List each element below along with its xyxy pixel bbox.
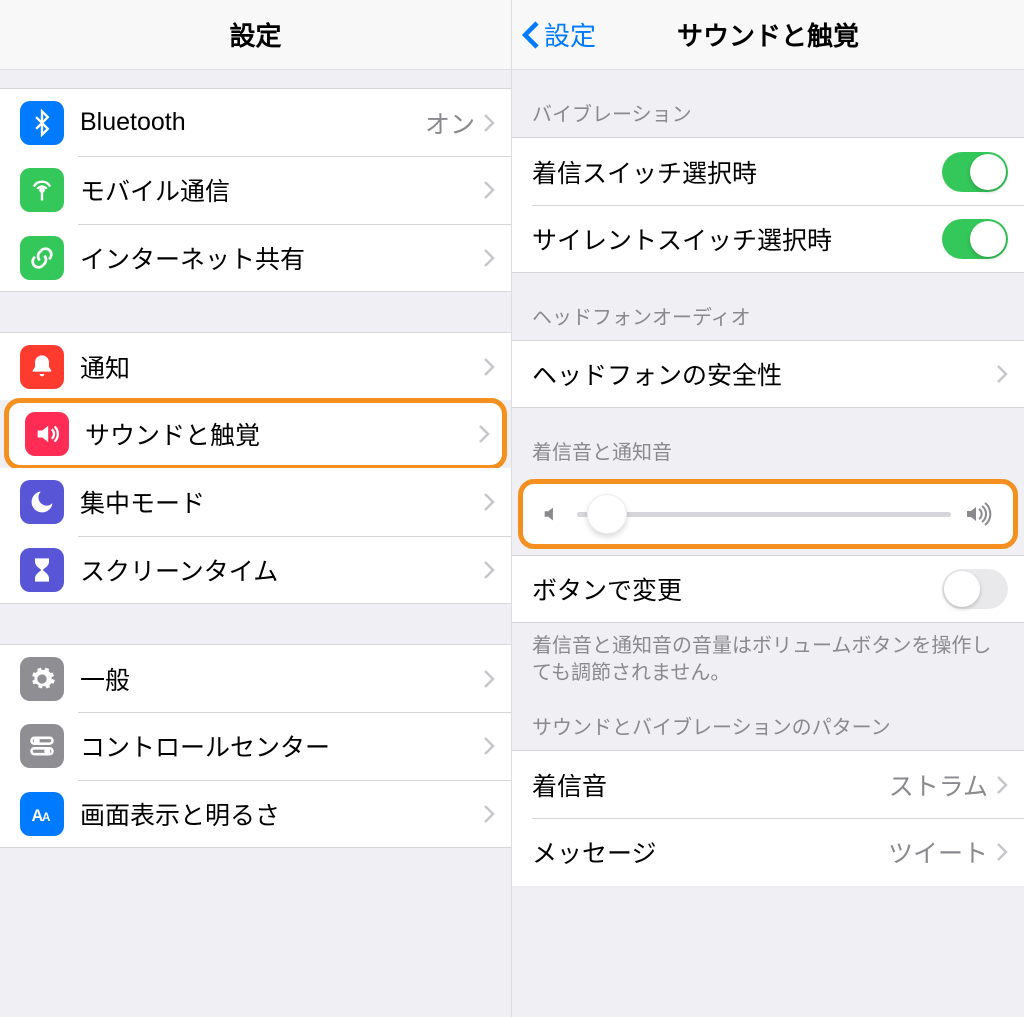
row-label: スクリーンタイム: [80, 552, 483, 588]
section-footer-ringer: 着信音と通知音の音量はボリュームボタンを操作しても調節されません。: [512, 623, 1024, 693]
row-label: サウンドと触覚: [85, 416, 478, 452]
gear-icon: [20, 657, 64, 701]
settings-row-screentime[interactable]: スクリーンタイム: [0, 536, 511, 604]
row-label: 画面表示と明るさ: [80, 796, 483, 832]
section-header-headphone: ヘッドフォンオーディオ: [512, 273, 1024, 340]
row-change-with-buttons[interactable]: ボタンで変更: [512, 555, 1024, 623]
chevron-right-icon: [483, 804, 495, 824]
row-label: サイレントスイッチ選択時: [532, 221, 942, 257]
row-vibrate-on-silent[interactable]: サイレントスイッチ選択時: [512, 205, 1024, 273]
settings-row-cellular[interactable]: モバイル通信: [0, 156, 511, 224]
chevron-right-icon: [483, 248, 495, 268]
section-header-ringer: 着信音と通知音: [512, 408, 1024, 475]
chevron-right-icon: [483, 357, 495, 377]
settings-row-controlcenter[interactable]: コントロールセンター: [0, 712, 511, 780]
settings-row-bluetooth[interactable]: Bluetooth オン: [0, 88, 511, 156]
row-label: 一般: [80, 661, 483, 697]
row-label: ボタンで変更: [532, 571, 942, 607]
svg-text:A: A: [42, 811, 51, 824]
navbar-left: 設定: [0, 0, 511, 70]
spacer: [0, 70, 511, 88]
spacer: [0, 292, 511, 332]
slider-thumb[interactable]: [587, 494, 627, 534]
navbar-right: 設定 サウンドと触覚: [512, 0, 1024, 70]
row-detail: ストラム: [889, 767, 988, 803]
chevron-right-icon: [483, 180, 495, 200]
row-label: モバイル通信: [80, 172, 483, 208]
chevron-right-icon: [483, 560, 495, 580]
settings-row-sounds[interactable]: サウンドと触覚: [4, 398, 507, 470]
settings-row-hotspot[interactable]: インターネット共有: [0, 224, 511, 292]
settings-list[interactable]: Bluetooth オン モバイル通信 インターネット共有 通知: [0, 70, 511, 1017]
switches-icon: [20, 724, 64, 768]
chevron-right-icon: [996, 364, 1008, 384]
row-text-tone[interactable]: メッセージ ツイート: [512, 818, 1024, 886]
slider-track[interactable]: [577, 512, 951, 517]
bell-icon: [20, 345, 64, 389]
settings-row-general[interactable]: 一般: [0, 644, 511, 712]
chevron-right-icon: [483, 736, 495, 756]
row-label: 着信スイッチ選択時: [532, 154, 942, 190]
row-label: メッセージ: [532, 834, 888, 870]
volume-low-icon: [541, 503, 563, 525]
volume-high-icon: [965, 502, 995, 526]
spacer: [0, 604, 511, 644]
sounds-list[interactable]: バイブレーション 着信スイッチ選択時 サイレントスイッチ選択時 ヘッドフォンオー…: [512, 70, 1024, 1017]
settings-row-focus[interactable]: 集中モード: [0, 468, 511, 536]
toggle-vibrate-ring[interactable]: [942, 152, 1008, 192]
antenna-icon: [20, 168, 64, 212]
navbar-title: 設定: [229, 16, 281, 53]
ringer-volume-slider[interactable]: [518, 479, 1018, 549]
row-label: 集中モード: [80, 484, 483, 520]
moon-icon: [20, 480, 64, 524]
row-label: Bluetooth: [80, 108, 425, 137]
chevron-right-icon: [483, 492, 495, 512]
chevron-right-icon: [996, 775, 1008, 795]
row-label: 着信音: [532, 767, 889, 803]
back-button[interactable]: 設定: [522, 16, 596, 53]
link-icon: [20, 236, 64, 280]
toggle-vibrate-silent[interactable]: [942, 219, 1008, 259]
row-vibrate-on-ring[interactable]: 着信スイッチ選択時: [512, 137, 1024, 205]
chevron-right-icon: [478, 424, 490, 444]
sounds-detail-pane: 設定 サウンドと触覚 バイブレーション 着信スイッチ選択時 サイレントスイッチ選…: [512, 0, 1024, 1017]
chevron-right-icon: [483, 113, 495, 133]
toggle-change-with-buttons[interactable]: [942, 569, 1008, 609]
row-label: コントロールセンター: [80, 728, 483, 764]
row-headphone-safety[interactable]: ヘッドフォンの安全性: [512, 340, 1024, 408]
navbar-title: サウンドと触覚: [677, 16, 859, 53]
bluetooth-icon: [20, 101, 64, 145]
settings-root-pane: 設定 Bluetooth オン モバイル通信 インターネット共有: [0, 0, 512, 1017]
row-ringtone[interactable]: 着信音 ストラム: [512, 750, 1024, 818]
row-label: インターネット共有: [80, 240, 483, 276]
row-label: ヘッドフォンの安全性: [532, 356, 996, 392]
speaker-icon: [25, 412, 69, 456]
back-label: 設定: [544, 16, 596, 53]
chevron-right-icon: [996, 842, 1008, 862]
hourglass-icon: [20, 548, 64, 592]
section-header-patterns: サウンドとバイブレーションのパターン: [512, 693, 1024, 750]
section-header-vibrate: バイブレーション: [512, 70, 1024, 137]
row-detail: オン: [425, 105, 475, 141]
row-detail: ツイート: [888, 834, 988, 870]
chevron-right-icon: [483, 669, 495, 689]
settings-row-display[interactable]: AA 画面表示と明るさ: [0, 780, 511, 848]
settings-row-notifications[interactable]: 通知: [0, 332, 511, 400]
row-label: 通知: [80, 349, 483, 385]
text-size-icon: AA: [20, 792, 64, 836]
